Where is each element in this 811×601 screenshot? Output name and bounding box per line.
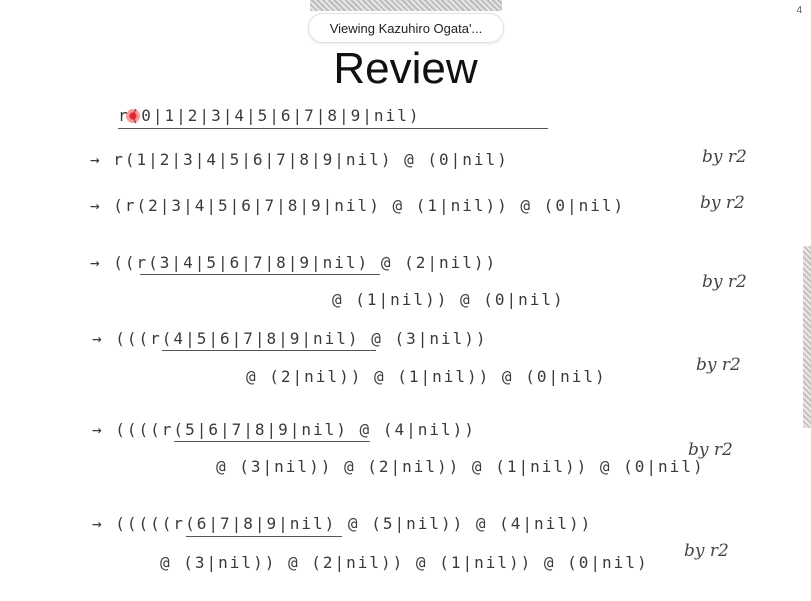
underline	[162, 350, 376, 351]
by-rule-label: by r2	[702, 147, 747, 167]
derivation-line: → (((((r(6|7|8|9|nil) @ (5|nil)) @ (4|ni…	[92, 514, 593, 533]
derivation-line: → ((r(3|4|5|6|7|8|9|nil) @ (2|nil))	[90, 253, 498, 272]
derivation-line: @ (2|nil)) @ (1|nil)) @ (0|nil)	[246, 367, 607, 386]
viewing-label: Viewing Kazuhiro Ogata'...	[329, 20, 483, 36]
derivation-line: → (r(2|3|4|5|6|7|8|9|nil) @ (1|nil)) @ (…	[90, 196, 626, 215]
by-rule-label: by r2	[700, 193, 745, 213]
derivation-line: → r(1|2|3|4|5|6|7|8|9|nil) @ (0|nil)	[90, 150, 509, 169]
by-rule-label: by r2	[696, 355, 741, 375]
scrollbar[interactable]	[803, 246, 811, 428]
derivation-line: @ (3|nil)) @ (2|nil)) @ (1|nil)) @ (0|ni…	[160, 553, 649, 572]
laser-pointer-icon	[126, 109, 140, 123]
underline	[186, 536, 342, 537]
top-drag-handle[interactable]	[310, 0, 502, 11]
by-rule-label: by r2	[688, 440, 733, 460]
by-rule-label: by r2	[684, 541, 729, 561]
viewing-indicator[interactable]: Viewing Kazuhiro Ogata'...	[308, 13, 504, 43]
page-number: 4	[796, 5, 802, 16]
derivation-line: → (((r(4|5|6|7|8|9|nil) @ (3|nil))	[92, 329, 488, 348]
underline	[118, 128, 548, 129]
derivation-line: @ (3|nil)) @ (2|nil)) @ (1|nil)) @ (0|ni…	[216, 457, 705, 476]
derivation-line: r(0|1|2|3|4|5|6|7|8|9|nil)	[118, 106, 421, 125]
derivation-line: @ (1|nil)) @ (0|nil)	[332, 290, 565, 309]
derivation-line: → ((((r(5|6|7|8|9|nil) @ (4|nil))	[92, 420, 476, 439]
slide-title: Review	[333, 44, 478, 93]
underline	[174, 441, 370, 442]
by-rule-label: by r2	[702, 272, 747, 292]
underline	[140, 274, 380, 275]
